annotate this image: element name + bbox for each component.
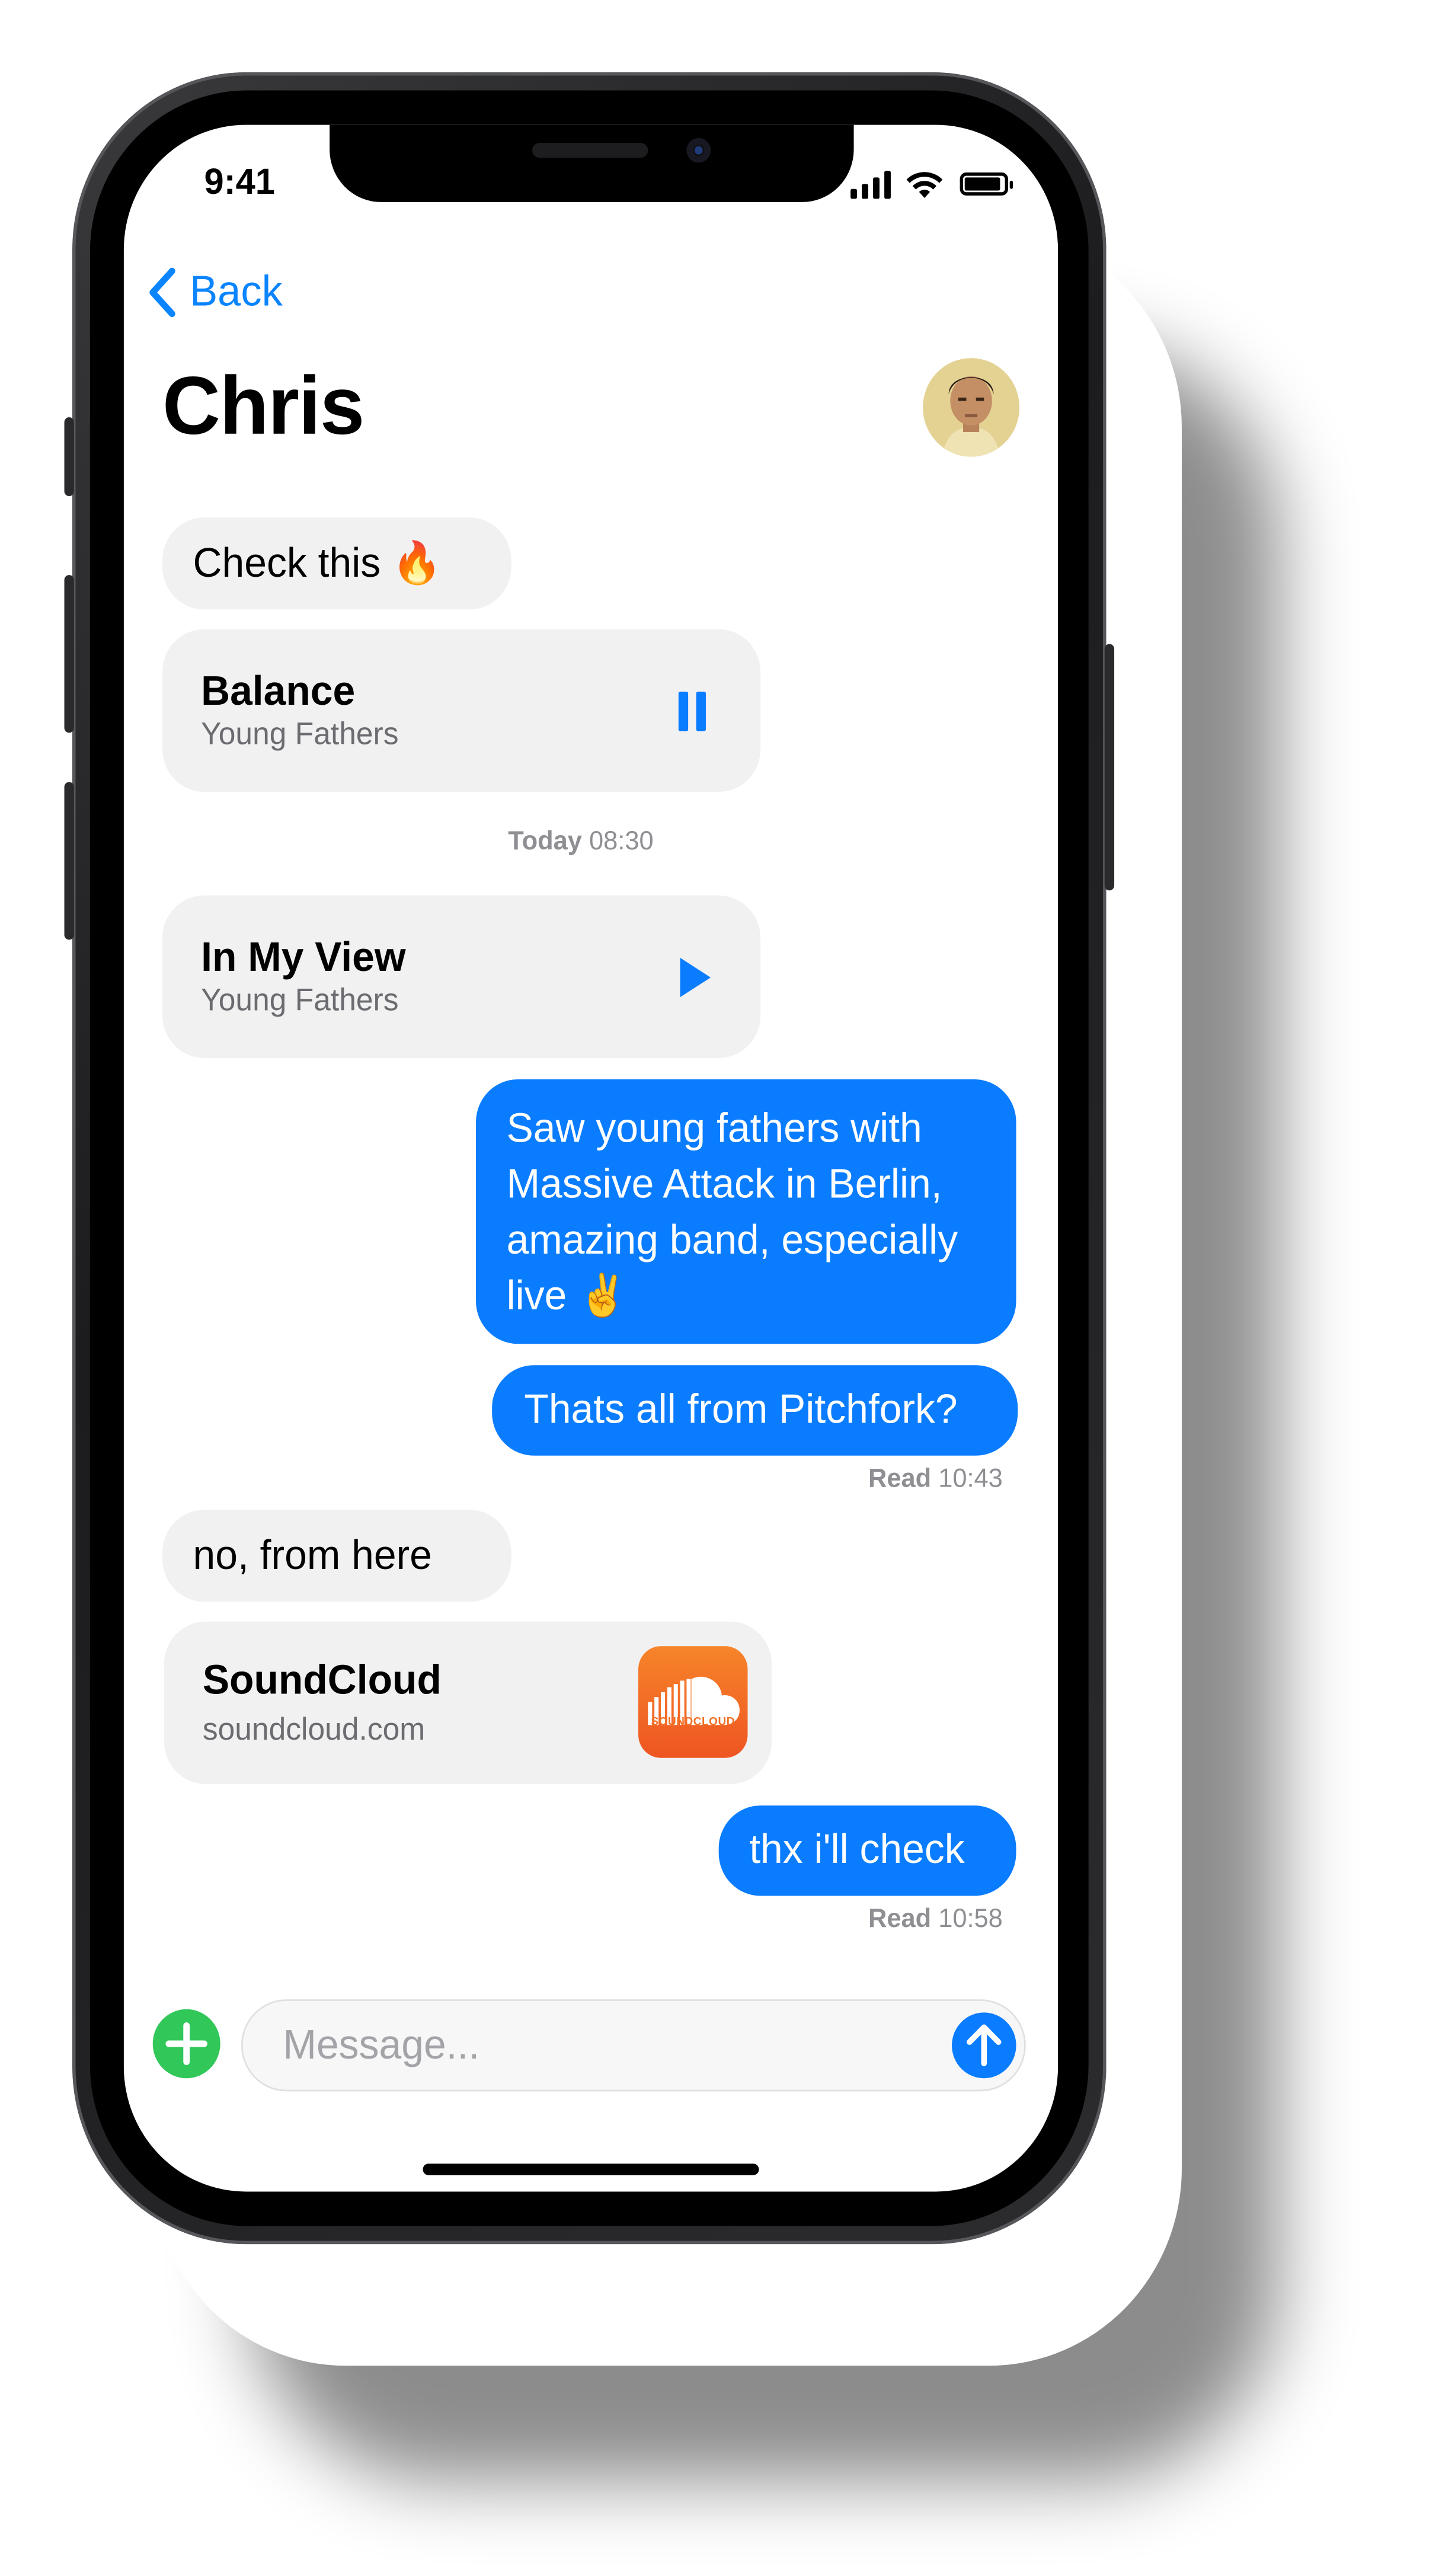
music-card[interactable]: In My View Young Fathers <box>162 895 761 1058</box>
earpiece-speaker <box>532 143 648 158</box>
message-incoming[interactable]: Check this 🔥 <box>162 517 511 610</box>
message-outgoing[interactable]: Saw young fathers with Massive Attack in… <box>476 1079 1016 1344</box>
read-receipt: Read 10:43 <box>868 1465 1003 1495</box>
track-title: Balance <box>201 669 356 715</box>
link-preview-card[interactable]: SoundCloud soundcloud.com SOUNDCLOUD <box>164 1621 772 1785</box>
music-card[interactable]: Balance Young Fathers <box>162 629 761 792</box>
message-text: Saw young fathers with Massive Attack in… <box>506 1105 958 1319</box>
pause-icon[interactable] <box>675 690 711 733</box>
wifi-icon <box>906 172 943 198</box>
message-text: no, from here <box>193 1532 432 1579</box>
message-text: Thats all from Pitchfork? <box>524 1386 958 1433</box>
notch <box>330 124 854 202</box>
read-receipt: Read 10:58 <box>868 1906 1003 1935</box>
message-text: thx i'll check <box>749 1827 965 1873</box>
avatar-photo <box>923 358 1019 457</box>
home-indicator[interactable] <box>423 2163 759 2175</box>
track-artist: Young Fathers <box>201 984 399 1019</box>
timestamp-time: 08:30 <box>589 827 654 856</box>
soundcloud-logo: SOUNDCLOUD <box>638 1646 748 1758</box>
chevron-left-icon <box>149 267 175 317</box>
play-icon[interactable] <box>677 956 712 999</box>
arrow-up-icon <box>967 2024 1002 2067</box>
soundcloud-cloud-icon <box>648 1676 740 1725</box>
message-composer[interactable] <box>241 1999 1026 2092</box>
link-title: SoundCloud <box>202 1657 442 1704</box>
read-label: Read <box>868 1465 932 1494</box>
message-input[interactable] <box>280 2015 930 2075</box>
add-attachment-button[interactable] <box>152 2009 220 2079</box>
timestamp: Today 08:30 <box>508 828 653 858</box>
contact-name: Chris <box>162 360 364 452</box>
battery-icon <box>960 172 1013 196</box>
volume-down-button <box>64 782 74 940</box>
track-title: In My View <box>201 935 406 981</box>
power-button <box>1104 644 1115 891</box>
message-outgoing[interactable]: thx i'll check <box>718 1805 1016 1896</box>
soundcloud-logo-text: SOUNDCLOUD <box>651 1717 736 1728</box>
link-domain: soundcloud.com <box>202 1713 426 1749</box>
cellular-signal-icon <box>850 171 896 199</box>
screen: 9:41 Back Chris Check this 🔥 Balance You… <box>123 124 1059 2192</box>
read-label: Read <box>868 1906 932 1934</box>
send-button[interactable] <box>952 2012 1016 2079</box>
stage: 9:41 Back Chris Check this 🔥 Balance You… <box>0 0 1439 2576</box>
message-incoming[interactable]: no, from here <box>162 1510 511 1602</box>
volume-up-button <box>64 575 74 733</box>
message-outgoing[interactable]: Thats all from Pitchfork? <box>492 1365 1018 1456</box>
mute-switch <box>64 417 74 497</box>
plus-icon <box>165 2022 207 2066</box>
status-time: 9:41 <box>204 161 276 202</box>
timestamp-day: Today <box>508 827 582 856</box>
back-label: Back <box>190 266 283 316</box>
message-text: Check this 🔥 <box>193 540 442 587</box>
front-camera <box>686 138 711 163</box>
avatar[interactable] <box>923 358 1019 457</box>
read-time: 10:43 <box>938 1465 1003 1494</box>
read-time: 10:58 <box>938 1906 1003 1934</box>
track-artist: Young Fathers <box>201 718 399 753</box>
